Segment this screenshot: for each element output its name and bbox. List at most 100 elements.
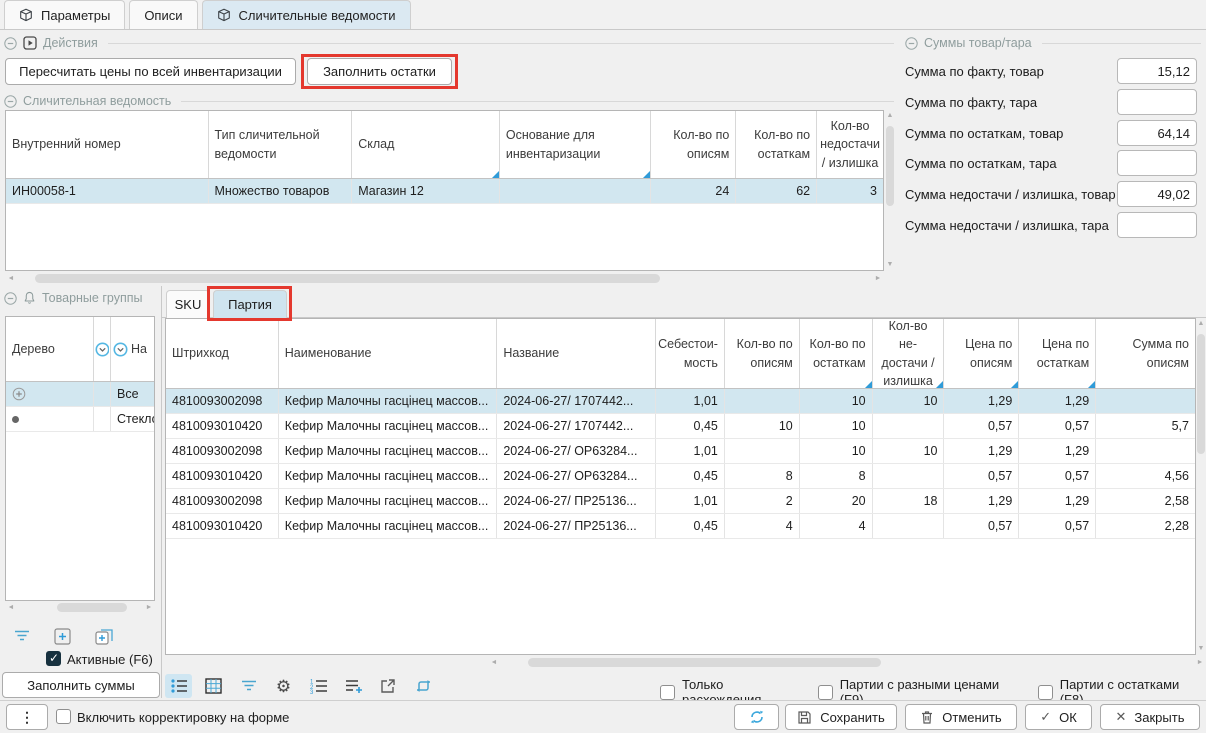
collapse-icon[interactable] (905, 37, 918, 50)
scroll-left-icon[interactable]: ◄ (5, 602, 17, 614)
table-row[interactable]: ИН00058-1 Множество товаров Магазин 12 2… (6, 179, 883, 204)
menu-button[interactable]: ⋮ (6, 704, 48, 730)
column-header[interactable]: Кол-во по описям (725, 319, 800, 388)
tab-parametry[interactable]: Параметры (4, 0, 125, 29)
expand-node-button[interactable] (49, 624, 76, 648)
recalc-prices-button[interactable]: Пересчитать цены по всей инвентаризации (5, 58, 296, 85)
fill-sums-button[interactable]: Заполнить суммы (2, 672, 160, 698)
filter-dropdown-icon[interactable] (95, 342, 109, 357)
collapse-icon[interactable] (4, 292, 17, 305)
scroll-right-icon[interactable]: ► (143, 602, 155, 614)
scroll-thumb[interactable] (1197, 334, 1205, 454)
column-header[interactable]: Внутренний номер (6, 111, 209, 178)
cell-barcode: 4810093010420 (166, 464, 279, 488)
scroll-track[interactable] (17, 272, 872, 285)
tab-partiya[interactable]: Партия (213, 290, 287, 318)
statement-v-scrollbar[interactable]: ▲ ▼ (884, 110, 896, 271)
scroll-right-icon[interactable]: ► (872, 273, 884, 285)
column-header[interactable]: Кол-во недостачи / излишка (817, 111, 883, 178)
sum-shortage-tare-field[interactable] (1117, 212, 1197, 238)
column-header[interactable]: Себестои-мость (656, 319, 725, 388)
tree-row[interactable]: Все (6, 382, 154, 407)
column-header[interactable]: Наименование (279, 319, 498, 388)
refresh-button[interactable] (734, 704, 779, 730)
filter-button[interactable] (8, 624, 35, 648)
scroll-left-icon[interactable]: ◄ (488, 657, 500, 669)
scroll-track[interactable] (17, 601, 143, 614)
scroll-down-icon[interactable]: ▼ (884, 259, 896, 271)
filter-button[interactable] (235, 674, 262, 698)
enable-adjustment-checkbox[interactable] (56, 709, 71, 724)
collapse-icon[interactable] (4, 95, 17, 108)
list-view-button[interactable] (165, 674, 192, 698)
table-row[interactable]: 4810093002098 Кефир Малочны гасцінец мас… (166, 389, 1195, 414)
settings-button[interactable]: ⚙ (270, 674, 297, 698)
cell-warehouse: Магазин 12 (352, 179, 500, 203)
cancel-button[interactable]: Отменить (905, 704, 1017, 730)
batches-with-balances-checkbox[interactable] (1038, 685, 1053, 700)
active-groups-checkbox[interactable] (46, 651, 61, 666)
scroll-up-icon[interactable]: ▲ (884, 110, 896, 122)
open-external-button[interactable] (375, 674, 402, 698)
column-header[interactable]: Цена по описям (944, 319, 1019, 388)
filter-dropdown-icon[interactable] (113, 342, 128, 357)
sum-balance-goods-field[interactable]: 64,14 (1117, 120, 1197, 146)
sum-fact-goods-field[interactable]: 15,12 (1117, 58, 1197, 84)
tree-row[interactable]: Стекло (6, 407, 154, 432)
button-label: Заполнить остатки (323, 64, 436, 79)
column-header[interactable]: Штрихкод (166, 319, 279, 388)
table-row[interactable]: 4810093010420 Кефир Малочны гасцінец мас… (166, 414, 1195, 439)
column-header[interactable]: Тип сличительной ведомости (209, 111, 353, 178)
tree-column-header[interactable]: Дерево (6, 317, 94, 381)
expand-plus-icon[interactable] (12, 387, 26, 401)
column-header[interactable]: Кол-во по описям (651, 111, 736, 178)
tab-sku[interactable]: SKU (166, 290, 210, 318)
column-header[interactable]: Название (497, 319, 656, 388)
sum-fact-tare-field[interactable] (1117, 89, 1197, 115)
grid-view-button[interactable] (200, 674, 227, 698)
sum-balance-tare-field[interactable] (1117, 150, 1197, 176)
column-header[interactable]: Кол-во не-достачи / излишка (873, 319, 945, 388)
repeat-button[interactable] (410, 674, 437, 698)
table-row[interactable]: 4810093010420 Кефир Малочны гасцінец мас… (166, 464, 1195, 489)
scroll-up-icon[interactable]: ▲ (1196, 318, 1206, 330)
close-button[interactable]: ✕ Закрыть (1100, 704, 1200, 730)
scroll-track[interactable] (884, 122, 896, 259)
collapse-icon[interactable] (4, 37, 17, 50)
detail-v-scrollbar[interactable]: ▲ ▼ (1196, 318, 1206, 655)
column-header[interactable]: Сумма по описям (1096, 319, 1195, 388)
table-row[interactable]: 4810093002098 Кефир Малочны гасцінец мас… (166, 489, 1195, 514)
column-header[interactable]: Основание для инвентаризации (500, 111, 652, 178)
scroll-thumb[interactable] (57, 603, 127, 612)
expand-all-button[interactable] (90, 624, 117, 648)
detail-h-scrollbar[interactable]: ◄ ► (488, 656, 1206, 669)
only-differences-checkbox[interactable] (660, 685, 675, 700)
fill-balances-button[interactable]: Заполнить остатки (307, 58, 452, 85)
tab-opisi[interactable]: Описи (129, 0, 197, 29)
tab-slichitelnye-vedomosti[interactable]: Сличительные ведомости (202, 0, 411, 29)
save-button[interactable]: Сохранить (785, 704, 897, 730)
groups-h-scrollbar[interactable]: ◄ ► (5, 601, 155, 614)
numbered-list-button[interactable]: 123 (305, 674, 332, 698)
ok-button[interactable]: ✓ ОК (1025, 704, 1092, 730)
sum-shortage-goods-field[interactable]: 49,02 (1117, 181, 1197, 207)
column-header[interactable] (94, 317, 111, 381)
column-header[interactable]: Склад (352, 111, 500, 178)
column-header[interactable]: Кол-во по остаткам (736, 111, 817, 178)
scroll-down-icon[interactable]: ▼ (1196, 643, 1206, 655)
scroll-thumb[interactable] (35, 274, 660, 283)
batches-different-prices-checkbox[interactable] (818, 685, 833, 700)
scroll-thumb[interactable] (528, 658, 881, 667)
scroll-track[interactable] (500, 656, 1194, 669)
scroll-right-icon[interactable]: ► (1194, 657, 1206, 669)
table-row[interactable]: 4810093002098 Кефир Малочны гасцінец мас… (166, 439, 1195, 464)
scroll-track[interactable] (1196, 330, 1206, 643)
statement-h-scrollbar[interactable]: ◄ ► (5, 272, 884, 285)
name-column-header[interactable]: На (111, 317, 154, 381)
scroll-left-icon[interactable]: ◄ (5, 273, 17, 285)
scroll-thumb[interactable] (886, 126, 894, 206)
column-header[interactable]: Цена по остаткам (1019, 319, 1096, 388)
table-row[interactable]: 4810093010420 Кефир Малочны гасцінец мас… (166, 514, 1195, 539)
add-to-list-button[interactable] (340, 674, 367, 698)
column-header[interactable]: Кол-во по остаткам (800, 319, 873, 388)
